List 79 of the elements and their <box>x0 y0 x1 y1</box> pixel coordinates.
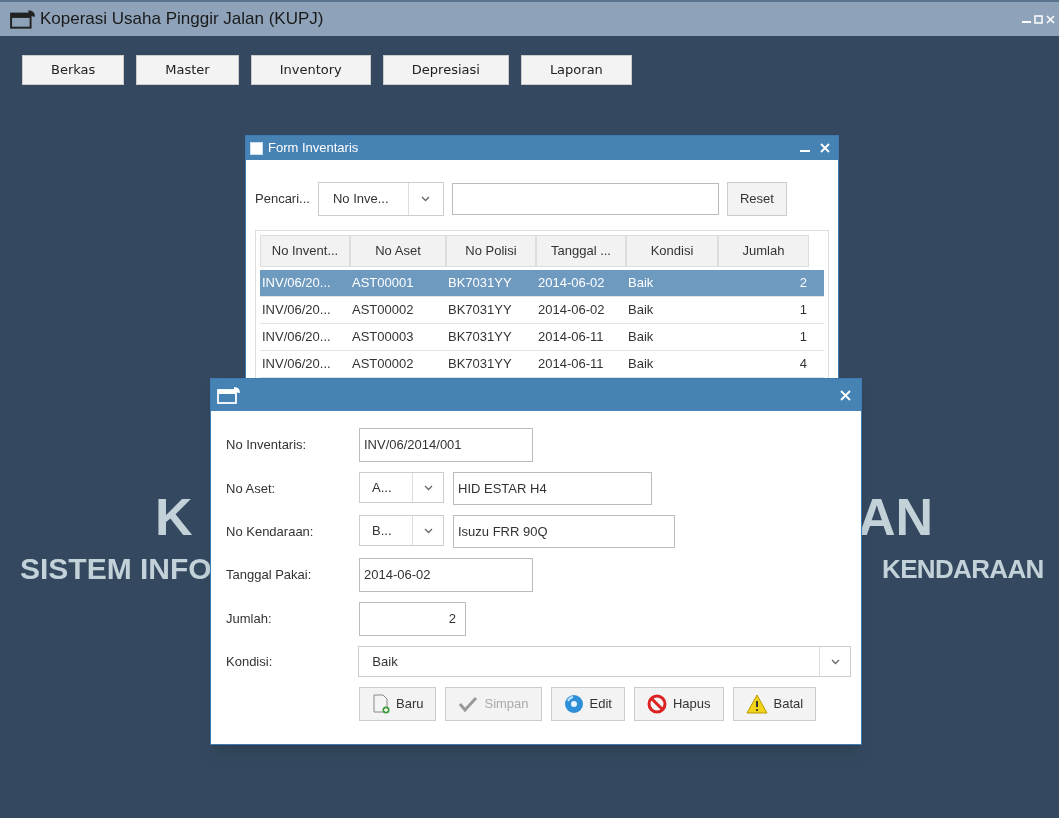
table-cell-text: Baik <box>627 355 655 374</box>
window-app-icon <box>217 386 241 404</box>
form-title: Form Inventaris <box>268 139 359 158</box>
close-icon[interactable] <box>840 389 851 401</box>
field-label: No Inventaris: <box>226 436 308 455</box>
reset-button[interactable]: Reset <box>726 182 787 216</box>
column-header[interactable]: Tanggal ... <box>536 235 626 267</box>
chevron-down-icon <box>830 658 840 665</box>
field-label: Kondisi: <box>226 652 274 671</box>
table-cell-text: 2014-06-02 <box>537 301 606 320</box>
table-cell-text: BK7031YY <box>447 328 513 347</box>
checkmark-icon <box>458 696 479 712</box>
menu-button[interactable]: Master <box>136 55 239 85</box>
table-cell-text: INV/06/20... <box>261 301 332 320</box>
maximize-icon[interactable] <box>1034 14 1043 24</box>
table-cell-text: Baik <box>627 301 655 320</box>
table-cell-text: AST00001 <box>351 274 415 293</box>
table-cell-text: AST00002 <box>351 301 415 320</box>
text-field[interactable]: Isuzu FRR 90Q <box>453 515 675 548</box>
select-box[interactable]: Baik <box>358 646 851 677</box>
chevron-down-icon <box>423 527 433 534</box>
column-header[interactable]: Jumlah <box>718 235 809 267</box>
menu-button[interactable]: Berkas <box>22 55 125 85</box>
banner-text: AN <box>858 491 934 543</box>
action-button[interactable]: Batal <box>732 687 817 721</box>
table-cell-text: 1 <box>798 301 808 320</box>
window-icon <box>250 141 263 155</box>
field-label: Jumlah: <box>226 610 273 629</box>
table-cell-text: AST00002 <box>351 355 415 374</box>
table-cell-text: Baik <box>627 328 655 347</box>
table-cell-text: INV/06/20... <box>261 355 332 374</box>
field-label: No Aset: <box>226 479 277 498</box>
text-field[interactable]: HID ESTAR H4 <box>453 472 652 505</box>
search-label: Pencari... <box>255 190 310 209</box>
chevron-down-icon <box>423 484 433 491</box>
table-cell-text: Baik <box>627 274 655 293</box>
field-label: No Kendaraan: <box>226 522 315 541</box>
column-header[interactable]: Kondisi <box>626 235 718 267</box>
banner-text: KENDARAAN <box>882 556 1044 582</box>
window-title: Koperasi Usaha Pinggir Jalan (KUPJ) <box>40 8 324 31</box>
text-field[interactable]: 2014-06-02 <box>359 558 533 592</box>
table-cell-text: 4 <box>798 355 808 374</box>
new-document-icon <box>372 694 390 714</box>
table-cell-text: INV/06/20... <box>261 274 332 293</box>
search-combo[interactable]: No Inve... <box>317 182 444 216</box>
warning-icon <box>745 694 768 714</box>
search-field[interactable] <box>451 183 719 215</box>
action-button[interactable]: Baru <box>359 687 437 721</box>
prohibited-icon <box>646 694 667 714</box>
combo-box[interactable]: A... <box>359 472 444 503</box>
table-cell-text: INV/06/20... <box>261 328 332 347</box>
table-cell-text: 2014-06-02 <box>537 274 606 293</box>
chevron-down-icon <box>421 196 431 202</box>
menu-button[interactable]: Depresiasi <box>382 55 509 85</box>
close-icon[interactable] <box>820 143 830 153</box>
table-cell-text: BK7031YY <box>447 274 513 293</box>
close-icon[interactable] <box>1046 14 1055 24</box>
menu-button[interactable]: Laporan <box>520 55 632 85</box>
column-header[interactable]: No Aset <box>350 235 446 267</box>
action-button[interactable]: Edit <box>550 687 625 721</box>
field-label: Tanggal Pakai: <box>226 566 313 585</box>
banner-text: SISTEM INFO <box>20 554 212 584</box>
combo-box[interactable]: B... <box>359 515 444 546</box>
table-cell-text: 2014-06-11 <box>537 328 605 347</box>
table-cell-text: 2014-06-11 <box>537 355 605 374</box>
column-header[interactable]: No Polisi <box>446 235 536 267</box>
menu-button[interactable]: Inventory <box>250 55 371 85</box>
disc-icon <box>563 694 584 714</box>
text-field[interactable]: INV/06/2014/001 <box>359 428 533 462</box>
table-cell-text: 2 <box>798 274 808 293</box>
number-field[interactable]: 2 <box>359 602 466 636</box>
banner-text: K <box>155 491 193 543</box>
table-cell-text: 1 <box>798 328 808 347</box>
column-header[interactable]: No Invent... <box>260 235 350 267</box>
action-button[interactable]: Hapus <box>633 687 724 721</box>
table-cell-text: AST00003 <box>351 328 415 347</box>
window-app-icon <box>10 9 36 29</box>
table-cell-text: BK7031YY <box>447 301 513 320</box>
table-cell-text: BK7031YY <box>447 355 513 374</box>
